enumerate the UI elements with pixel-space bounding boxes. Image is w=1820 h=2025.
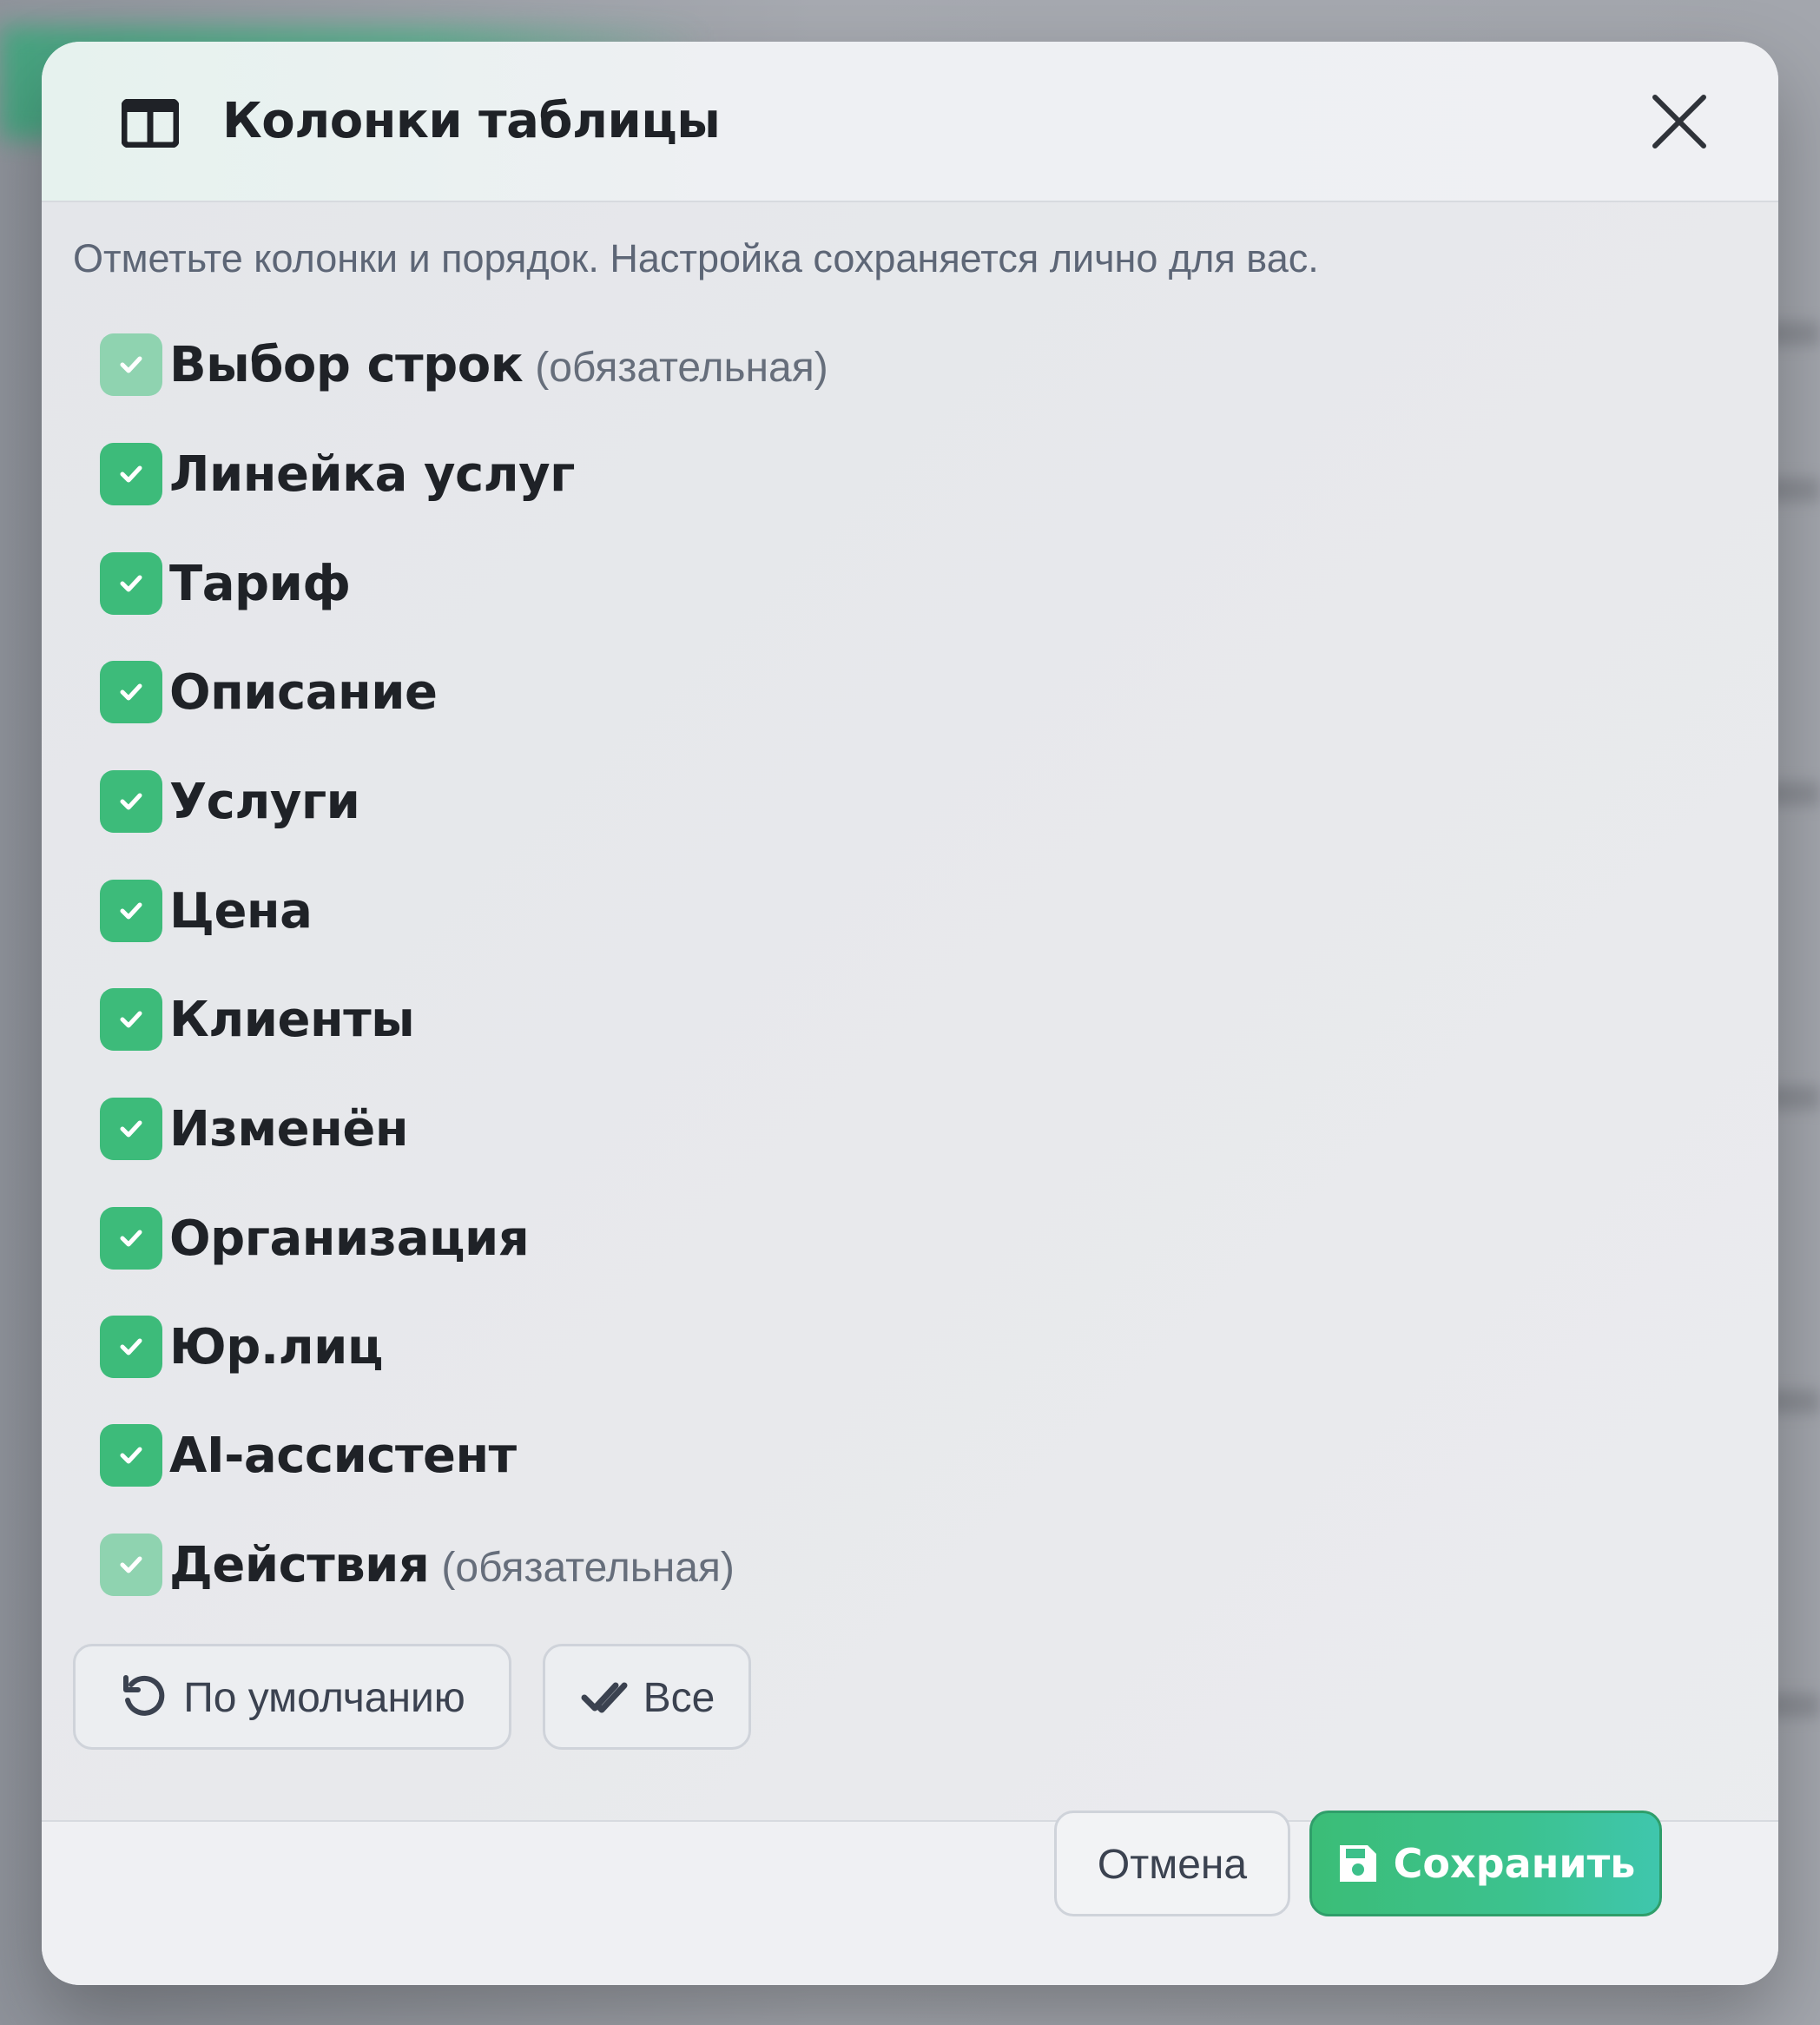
column-label: Организация xyxy=(169,1210,530,1267)
column-item-tariff[interactable]: Тариф xyxy=(100,549,351,618)
dialog-header: Колонки таблицы xyxy=(42,42,1778,202)
column-label: Описание xyxy=(169,663,438,721)
column-item-services[interactable]: Услуги xyxy=(100,767,360,836)
column-item-description[interactable]: Описание xyxy=(100,657,438,727)
undo-icon xyxy=(123,1675,165,1716)
column-label: Юр.лиц xyxy=(169,1318,383,1375)
check-icon xyxy=(120,1556,142,1573)
column-checkbox xyxy=(100,333,162,396)
column-item-price[interactable]: Цена xyxy=(100,876,313,946)
cancel-label: Отмена xyxy=(1097,1841,1248,1888)
table-columns-icon xyxy=(122,99,179,148)
column-label: Выбор строк xyxy=(169,336,524,393)
column-label: Изменён xyxy=(169,1100,409,1158)
column-item-organization[interactable]: Организация xyxy=(100,1204,530,1273)
column-checkbox[interactable] xyxy=(100,661,162,723)
check-icon xyxy=(120,1230,142,1247)
column-item-ai-assistant[interactable]: AI-ассистент xyxy=(100,1421,517,1490)
dialog-title: Колонки таблицы xyxy=(222,93,721,149)
dialog-hint: Отметьте колонки и порядок. Настройка со… xyxy=(73,236,1319,280)
column-item-service-line[interactable]: Линейка услуг xyxy=(100,439,575,509)
select-all-button[interactable]: Все xyxy=(543,1644,751,1750)
check-icon xyxy=(120,683,142,701)
column-item-legal-entities[interactable]: Юр.лиц xyxy=(100,1312,383,1382)
check-icon xyxy=(120,1120,142,1138)
column-checkbox[interactable] xyxy=(100,1098,162,1160)
column-item-actions[interactable]: Действия (обязательная) xyxy=(100,1530,735,1600)
column-required-note: (обязательная) xyxy=(535,344,828,391)
column-checkbox[interactable] xyxy=(100,880,162,942)
column-label: Клиенты xyxy=(169,991,415,1048)
floppy-disk-icon xyxy=(1339,1845,1376,1882)
column-checkbox[interactable] xyxy=(100,770,162,833)
column-checkbox[interactable] xyxy=(100,552,162,615)
column-checkbox[interactable] xyxy=(100,1207,162,1270)
column-checkbox[interactable] xyxy=(100,988,162,1051)
column-checkbox[interactable] xyxy=(100,1424,162,1487)
column-checkbox[interactable] xyxy=(100,443,162,505)
check-icon xyxy=(120,1447,142,1464)
close-icon[interactable] xyxy=(1648,90,1711,153)
save-button[interactable]: Сохранить xyxy=(1309,1811,1662,1916)
column-checkbox[interactable] xyxy=(100,1316,162,1378)
column-item-modified[interactable]: Изменён xyxy=(100,1094,409,1164)
reset-default-button[interactable]: По умолчанию xyxy=(73,1644,511,1750)
column-label: Тариф xyxy=(169,555,351,612)
column-label: Цена xyxy=(169,882,313,940)
column-label: Линейка услуг xyxy=(169,445,575,503)
check-icon xyxy=(120,1338,142,1355)
save-label: Сохранить xyxy=(1393,1840,1636,1887)
check-icon xyxy=(120,902,142,920)
double-check-icon xyxy=(581,1682,628,1713)
check-icon xyxy=(120,356,142,373)
column-item-clients[interactable]: Клиенты xyxy=(100,985,415,1054)
select-all-label: Все xyxy=(643,1674,715,1721)
cancel-button[interactable]: Отмена xyxy=(1054,1811,1290,1916)
check-icon xyxy=(120,793,142,810)
reset-default-label: По умолчанию xyxy=(183,1674,465,1721)
column-checkbox xyxy=(100,1534,162,1596)
column-required-note: (обязательная) xyxy=(441,1544,735,1591)
check-icon xyxy=(120,1011,142,1028)
column-label: Услуги xyxy=(169,773,360,830)
check-icon xyxy=(120,465,142,483)
column-label: AI-ассистент xyxy=(169,1427,517,1484)
column-item-row-select[interactable]: Выбор строк (обязательная) xyxy=(100,330,828,399)
column-label: Действия xyxy=(169,1536,430,1593)
check-icon xyxy=(120,575,142,592)
